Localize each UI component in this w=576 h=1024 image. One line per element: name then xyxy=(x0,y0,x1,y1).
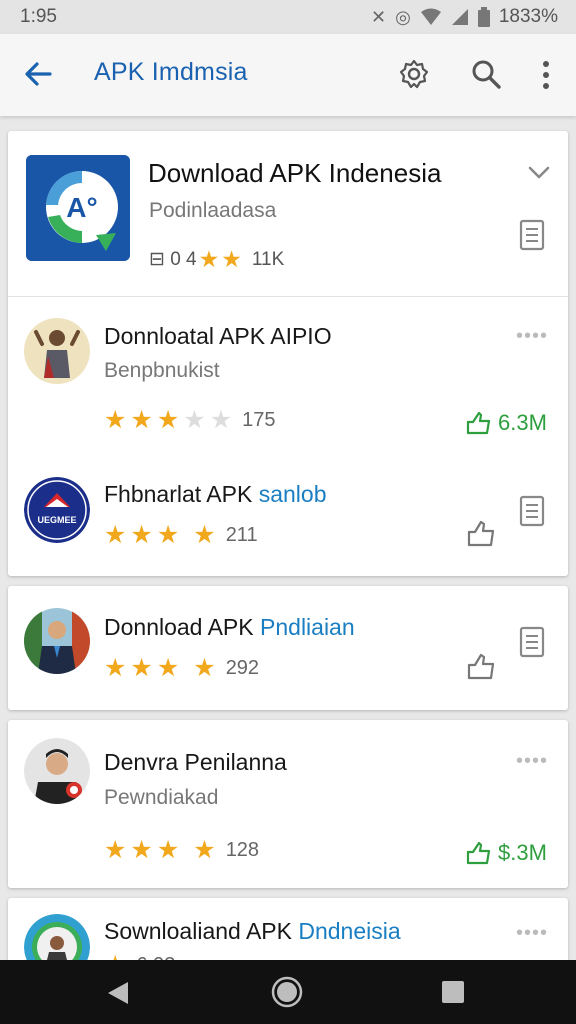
nav-recents-icon[interactable] xyxy=(441,980,465,1004)
system-nav-bar xyxy=(0,960,576,1024)
star-icon: ★ xyxy=(156,836,180,864)
app-avatar xyxy=(24,608,90,674)
svg-text:UEGMEE: UEGMEE xyxy=(37,515,76,525)
star-icon: ★ xyxy=(104,836,127,864)
rating-stars: ★ ★ ★ ★ 128 xyxy=(104,835,259,865)
battery-icon xyxy=(477,7,490,27)
app-title-highlight: sanlob xyxy=(258,481,327,507)
app-card[interactable]: Sownloaliand APK Dndneisia ★ 6.93 •••• xyxy=(8,898,568,968)
chevron-down-icon[interactable] xyxy=(526,161,552,183)
featured-app-logo: A° xyxy=(26,155,130,261)
star-icon: ★ xyxy=(198,246,220,272)
thumbs-up-icon[interactable] xyxy=(466,519,496,547)
rating-count: 292 xyxy=(225,656,260,679)
star-icon: ★ xyxy=(130,521,153,549)
app-bar: APK Imdmsia xyxy=(0,34,576,116)
rating-count: 175 xyxy=(242,408,276,431)
app-title-highlight: Dndneisia xyxy=(298,918,401,944)
rating-count: 211 xyxy=(225,523,258,546)
app-size-value: 6.3M xyxy=(498,410,547,435)
star-icon: ★ xyxy=(104,406,127,434)
app-size-value: $.3M xyxy=(498,840,547,865)
app-title: APK Imdmsia xyxy=(94,58,248,86)
mute-icon: ✕ xyxy=(371,6,387,27)
gear-icon[interactable] xyxy=(398,58,430,90)
app-title: Denvra Penilanna xyxy=(104,749,287,775)
app-title: Fhbnarlat APK sanlob xyxy=(104,481,326,508)
app-avatar xyxy=(24,318,90,384)
star-icon: ★ xyxy=(156,521,180,549)
star-empty-icon: ★ xyxy=(183,406,206,434)
app-card-featured: A° Download APK Indenesia Podinlaadasa ⊟… xyxy=(8,131,568,576)
star-empty-icon: ★ xyxy=(209,406,233,434)
battery-level: 1833% xyxy=(498,6,558,27)
document-icon[interactable] xyxy=(519,495,545,527)
app-subtitle: Benpbnukist xyxy=(104,359,220,382)
app-title-text: Fhbnarlat APK xyxy=(104,481,259,507)
star-icon: ★ xyxy=(156,406,180,434)
rating-count: 128 xyxy=(225,838,260,861)
search-icon[interactable] xyxy=(470,58,502,90)
rating-stars: ★ ★ ★ ★ ★ 175 xyxy=(104,405,275,435)
signal-icon xyxy=(451,9,468,25)
thumbs-up-icon xyxy=(466,841,491,865)
status-icons: ✕ ◎ 1833% xyxy=(371,6,558,28)
back-arrow-icon[interactable] xyxy=(22,58,54,90)
featured-subtitle: Podinlaadasa xyxy=(149,199,277,222)
star-icon: ★ xyxy=(193,836,216,864)
app-subtitle: Pewndiakad xyxy=(104,786,219,809)
thumbs-up-icon xyxy=(466,411,491,435)
featured-title: Download APK Indenesia xyxy=(148,158,442,188)
more-icon[interactable]: •••• xyxy=(516,922,548,945)
app-size: $.3M xyxy=(466,840,547,866)
alarm-icon: ◎ xyxy=(395,6,411,27)
featured-meta-prefix: ⊟ 0 4 xyxy=(149,249,197,270)
star-icon: ★ xyxy=(193,654,216,682)
rating-stars: ★ ★ ★ ★ 292 xyxy=(104,653,259,683)
star-icon: ★ xyxy=(130,836,153,864)
app-title: Sownloaliand APK Dndneisia xyxy=(104,918,401,945)
featured-download-count: 11K xyxy=(251,248,285,270)
app-title-text: Sownloaliand APK xyxy=(104,918,299,944)
app-title: Donnloatal APK AIPIO xyxy=(104,323,332,349)
document-icon[interactable] xyxy=(519,626,545,658)
nav-back-icon[interactable] xyxy=(106,980,130,1006)
document-icon[interactable] xyxy=(519,219,545,251)
wifi-icon xyxy=(420,8,441,25)
app-avatar xyxy=(24,738,90,804)
status-time: 1:95 xyxy=(20,6,57,27)
more-vert-icon[interactable] xyxy=(534,58,558,92)
thumbs-up-icon[interactable] xyxy=(466,652,496,680)
more-icon[interactable]: •••• xyxy=(516,325,548,348)
svg-text:A°: A° xyxy=(66,192,97,223)
featured-meta: ⊟ 0 4 ★ ★ 11K xyxy=(149,246,284,273)
star-icon: ★ xyxy=(130,654,153,682)
star-icon: ★ xyxy=(104,521,127,549)
app-card[interactable]: Donnload APK Pndliaian ★ ★ ★ ★ 292 xyxy=(8,586,568,710)
star-icon: ★ xyxy=(156,654,180,682)
rating-stars: ★ ★ ★ ★ 211 xyxy=(104,520,258,550)
app-title-highlight: Pndliaian xyxy=(260,614,355,640)
star-icon: ★ xyxy=(193,521,216,549)
app-title: Donnload APK Pndliaian xyxy=(104,614,355,641)
more-icon[interactable]: •••• xyxy=(516,750,548,773)
app-size: 6.3M xyxy=(466,410,547,436)
status-bar: 1:95 ✕ ◎ 1833% xyxy=(0,0,576,34)
app-card[interactable]: Denvra Penilanna Pewndiakad ★ ★ ★ ★ 128 … xyxy=(8,720,568,888)
star-icon: ★ xyxy=(221,246,242,272)
star-icon: ★ xyxy=(104,654,127,682)
star-icon: ★ xyxy=(130,406,153,434)
app-avatar: UEGMEE xyxy=(24,477,90,543)
featured-app[interactable]: A° Download APK Indenesia Podinlaadasa ⊟… xyxy=(8,131,568,297)
app-title-text: Donnload APK xyxy=(104,614,261,640)
nav-home-icon[interactable] xyxy=(271,976,303,1008)
